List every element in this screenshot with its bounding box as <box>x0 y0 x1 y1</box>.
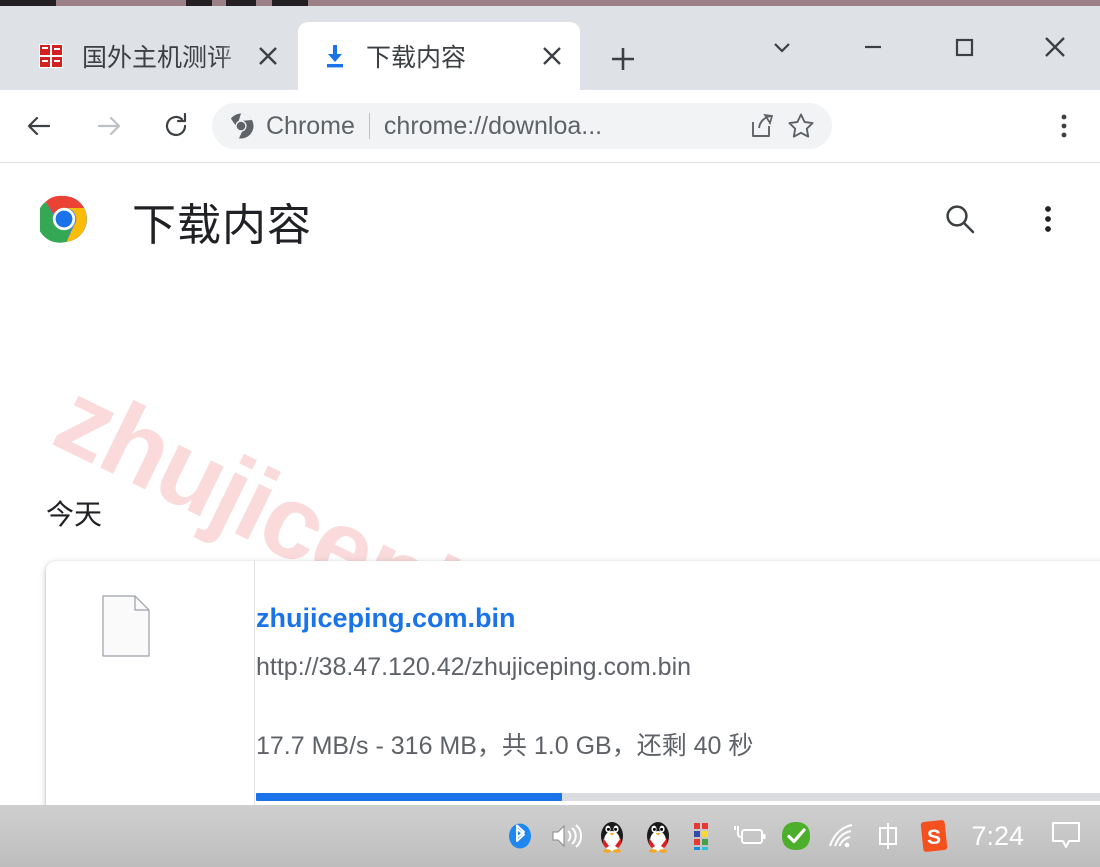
battery-charging-icon[interactable] <box>727 805 773 867</box>
window-controls <box>736 12 1100 82</box>
generic-file-icon <box>102 595 150 657</box>
downloads-page: zhujiceping.com 下载内容 <box>0 163 1100 805</box>
omnibox-url-text[interactable]: chrome://downloa... <box>384 112 744 141</box>
download-progress-bar <box>256 793 1100 801</box>
svg-text:S: S <box>927 826 941 849</box>
section-heading-today: 今天 <box>46 499 103 530</box>
qq-penguin-icon[interactable] <box>589 805 635 867</box>
star-icon[interactable] <box>784 109 818 143</box>
chevron-down-button[interactable] <box>736 12 827 82</box>
forward-button[interactable] <box>85 102 133 150</box>
security-check-icon[interactable] <box>773 805 819 867</box>
download-filename-link[interactable]: zhujiceping.com.bin <box>256 603 516 634</box>
tab-strip: 国外主机测评 下载内容 <box>0 6 1100 90</box>
page-title: 下载内容 <box>132 201 312 250</box>
download-item-card <box>46 561 1100 805</box>
tab-guowai-zhuji-ceping[interactable]: 国外主机测评 <box>14 22 296 90</box>
share-icon[interactable] <box>744 109 778 143</box>
download-source-url: http://38.47.120.42/zhujiceping.com.bin <box>256 653 692 681</box>
tab-downloads[interactable]: 下载内容 <box>298 22 580 90</box>
chrome-window: 国外主机测评 下载内容 Chrome chrome://downloa... 下… <box>0 6 1100 805</box>
sogou-icon[interactable]: S <box>911 805 957 867</box>
tab-close-button[interactable] <box>532 36 572 76</box>
downloads-header: 下载内容 <box>0 163 1100 265</box>
new-tab-button[interactable] <box>600 36 646 82</box>
notification-bubble-icon[interactable] <box>1038 805 1094 867</box>
ime-chinese-icon[interactable] <box>865 805 911 867</box>
bluetooth-icon[interactable] <box>497 805 543 867</box>
tab-close-button[interactable] <box>248 36 288 76</box>
omnibox-separator <box>368 113 370 139</box>
download-progress-fill <box>256 793 562 801</box>
volume-icon[interactable] <box>543 805 589 867</box>
chrome-logo <box>36 195 88 243</box>
close-button[interactable] <box>1009 12 1100 82</box>
qq-penguin-icon-2[interactable] <box>635 805 681 867</box>
download-status-text: 17.7 MB/s - 316 MB，共 1.0 GB，还剩 40 秒 <box>256 732 754 760</box>
downloads-menu-button[interactable] <box>1028 197 1068 241</box>
back-button[interactable] <box>15 102 63 150</box>
tab-title: 国外主机测评 <box>82 44 233 72</box>
download-arrow-favicon <box>320 41 350 71</box>
reload-button[interactable] <box>152 102 200 150</box>
wifi-icon[interactable] <box>819 805 865 867</box>
color-grid-icon[interactable] <box>681 805 727 867</box>
card-divider <box>254 561 255 805</box>
red-seal-favicon <box>36 41 66 71</box>
taskbar-clock[interactable]: 7:24 <box>957 805 1038 867</box>
system-tray: S 7:24 <box>497 805 1094 867</box>
search-icon[interactable] <box>938 197 982 241</box>
minimize-button[interactable] <box>827 12 918 82</box>
chrome-icon <box>226 111 256 141</box>
browser-menu-button[interactable] <box>1042 104 1086 148</box>
address-bar[interactable]: Chrome chrome://downloa... <box>212 103 832 149</box>
tab-title: 下载内容 <box>366 44 467 72</box>
taskbar: S 7:24 <box>0 805 1100 867</box>
maximize-button[interactable] <box>918 12 1009 82</box>
screen: 国外主机测评 下载内容 Chrome chrome://downloa... 下… <box>0 0 1100 867</box>
browser-toolbar: Chrome chrome://downloa... <box>0 90 1100 163</box>
omnibox-brand-label: Chrome <box>266 111 355 140</box>
